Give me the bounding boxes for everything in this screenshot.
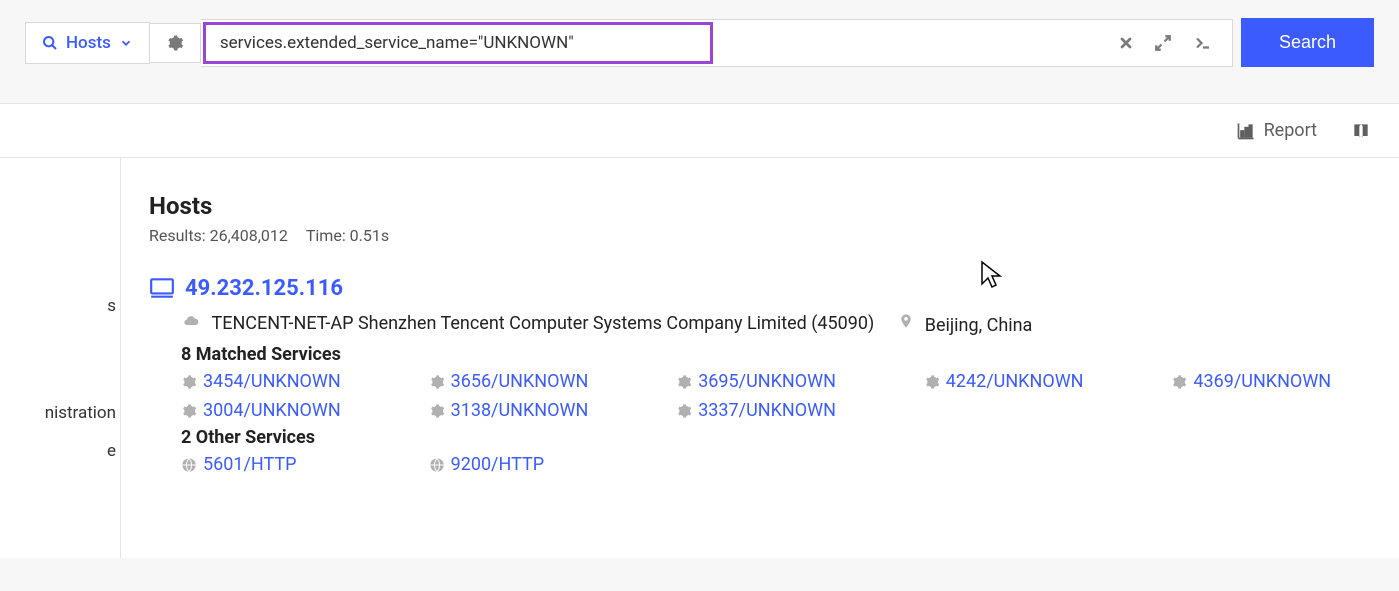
service-link[interactable]: 4242/UNKNOWN: [924, 371, 1132, 392]
matched-services-grid: 3454/UNKNOWN 3656/UNKNOWN 3695/UNKNOWN 4…: [181, 371, 1379, 421]
service-link[interactable]: 9200/HTTP: [429, 454, 637, 475]
gear-icon: [924, 374, 940, 390]
topbar: Hosts services.extended_service_name="UN…: [0, 0, 1399, 85]
gear-icon: [166, 34, 184, 52]
sidebar-fragment-text: s: [0, 288, 116, 325]
gear-icon: [181, 403, 197, 419]
service-link[interactable]: 3138/UNKNOWN: [429, 400, 637, 421]
expand-icon: [1154, 34, 1172, 52]
search-settings-button[interactable]: [150, 23, 201, 63]
pin-icon: [898, 315, 918, 336]
results-meta: Results: 26,408,012 Time: 0.51s: [149, 226, 1379, 245]
sidebar-fragment-text: nistration: [0, 395, 116, 432]
clear-search-button[interactable]: [1108, 27, 1144, 59]
gear-icon: [429, 374, 445, 390]
service-link[interactable]: 3337/UNKNOWN: [676, 400, 884, 421]
hosts-label: Hosts: [66, 33, 111, 53]
gear-icon: [676, 374, 692, 390]
host-location-text: Beijing, China: [925, 315, 1033, 336]
report-link[interactable]: Report: [1236, 120, 1317, 141]
results-panel: Hosts Results: 26,408,012 Time: 0.51s 49…: [149, 158, 1399, 558]
chart-icon: [1236, 121, 1256, 141]
close-icon: [1118, 35, 1134, 51]
gear-icon: [1171, 374, 1187, 390]
report-label: Report: [1264, 120, 1317, 141]
expand-search-button[interactable]: [1144, 26, 1182, 60]
host-asn: TENCENT-NET-AP Shenzhen Tencent Computer…: [181, 313, 874, 334]
service-link[interactable]: 3656/UNKNOWN: [429, 371, 637, 392]
chevron-down-icon: [119, 36, 133, 50]
monitor-icon: [149, 275, 175, 301]
cloud-icon: [181, 313, 205, 334]
gear-icon: [181, 374, 197, 390]
hosts-dropdown[interactable]: Hosts: [25, 22, 150, 64]
results-count: Results: 26,408,012: [149, 226, 288, 245]
results-time: Time: 0.51s: [306, 226, 389, 245]
vertical-divider: [120, 158, 121, 558]
service-link[interactable]: 3004/UNKNOWN: [181, 400, 389, 421]
terminal-icon: [1192, 34, 1214, 52]
host-asn-text: TENCENT-NET-AP Shenzhen Tencent Computer…: [211, 313, 874, 334]
service-link[interactable]: 4369/UNKNOWN: [1171, 371, 1379, 392]
search-bar: services.extended_service_name="UNKNOWN": [201, 19, 1233, 67]
search-button[interactable]: Search: [1241, 18, 1374, 67]
subbar: Report: [0, 103, 1399, 158]
service-link[interactable]: 3454/UNKNOWN: [181, 371, 389, 392]
docs-button[interactable]: [1351, 121, 1371, 141]
sidebar-fragment-text: e: [0, 433, 116, 470]
host-row: 49.232.125.116: [149, 275, 1379, 301]
results-heading: Hosts: [149, 192, 1379, 220]
host-meta: TENCENT-NET-AP Shenzhen Tencent Computer…: [181, 311, 1379, 336]
globe-icon: [429, 457, 445, 473]
service-link[interactable]: 5601/HTTP: [181, 454, 389, 475]
service-link[interactable]: 3695/UNKNOWN: [676, 371, 884, 392]
host-ip-link[interactable]: 49.232.125.116: [185, 276, 343, 301]
other-services-label: 2 Other Services: [181, 427, 1379, 448]
gear-icon: [676, 403, 692, 419]
other-services-grid: 5601/HTTP 9200/HTTP: [181, 454, 1379, 475]
content: s nistration e Hosts Results: 26,408,012…: [0, 158, 1399, 558]
search-input[interactable]: services.extended_service_name="UNKNOWN": [203, 22, 713, 64]
terminal-button[interactable]: [1182, 26, 1224, 60]
host-location: Beijing, China: [898, 311, 1032, 336]
matched-services-label: 8 Matched Services: [181, 344, 1379, 365]
search-icon: [42, 35, 58, 51]
gear-icon: [429, 403, 445, 419]
sidebar-fragment: s nistration e: [0, 158, 120, 558]
globe-icon: [181, 457, 197, 473]
